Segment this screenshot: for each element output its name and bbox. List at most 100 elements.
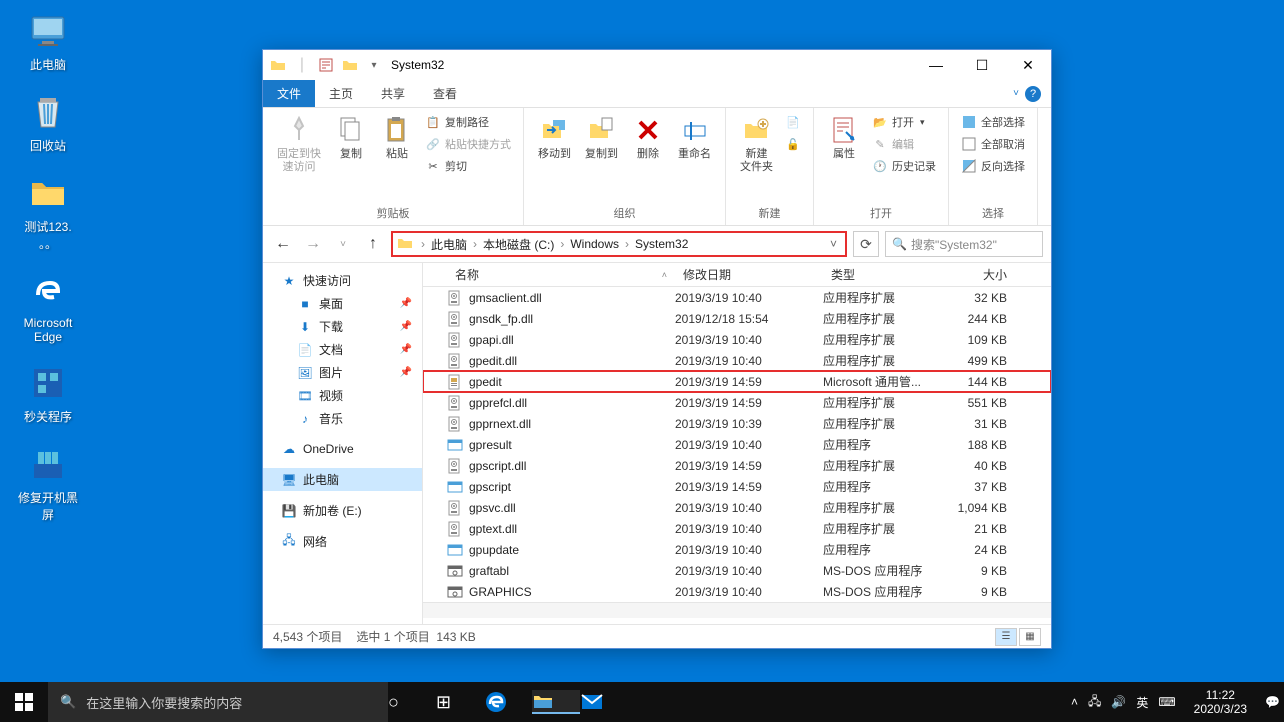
new-item-button[interactable]: 📄 (781, 112, 805, 132)
newfolder-icon (741, 114, 773, 146)
cortana-button[interactable]: ○ (388, 692, 436, 713)
tray-expand[interactable]: ˄ (1071, 695, 1078, 709)
sidebar-this-pc[interactable]: 🖥此电脑 (263, 468, 422, 491)
desktop-icon-recycle-bin[interactable]: 回收站 (10, 91, 86, 154)
copy-to-button[interactable]: 复制到 (579, 112, 624, 163)
file-row[interactable]: gptext.dll 2019/3/19 10:40 应用程序扩展 21 KB (423, 518, 1051, 539)
icons-view-button[interactable]: ▦ (1019, 628, 1041, 646)
tab-share[interactable]: 共享 (367, 80, 419, 107)
open-button[interactable]: 📂打开▾ (868, 112, 940, 132)
file-row[interactable]: gpprnext.dll 2019/3/19 10:39 应用程序扩展 31 K… (423, 413, 1051, 434)
file-row[interactable]: gpprefcl.dll 2019/3/19 14:59 应用程序扩展 551 … (423, 392, 1051, 413)
sidebar-volume-e[interactable]: 💾新加卷 (E:) (263, 499, 422, 522)
desktop-icon-folder[interactable]: 测试123. 。。 (10, 172, 86, 252)
select-all-button[interactable]: 全部选择 (957, 112, 1029, 132)
breadcrumb-dropdown[interactable]: ˅ (826, 237, 841, 251)
properties-icon[interactable] (317, 56, 335, 74)
tab-file[interactable]: 文件 (263, 80, 315, 107)
paste-button[interactable]: 粘贴 (375, 112, 419, 163)
chevron-down-icon[interactable]: ▾ (365, 56, 383, 74)
file-row[interactable]: gpedit 2019/3/19 14:59 Microsoft 通用管... … (423, 371, 1051, 392)
delete-button[interactable]: 删除 (626, 112, 670, 163)
back-button[interactable]: ← (271, 232, 295, 256)
file-row[interactable]: gpupdate 2019/3/19 10:40 应用程序 24 KB (423, 539, 1051, 560)
network-icon[interactable]: 🖧 (1088, 692, 1101, 713)
folder-icon[interactable] (341, 56, 359, 74)
col-size[interactable]: 大小 (943, 266, 1015, 283)
task-view-button[interactable]: ⊞ (436, 692, 484, 713)
taskbar-mail[interactable] (580, 690, 628, 714)
sidebar-quick-access[interactable]: ★快速访问 (263, 269, 422, 292)
desktop-icon-edge[interactable]: Microsoft Edge (10, 270, 86, 344)
file-row[interactable]: gnsdk_fp.dll 2019/12/18 15:54 应用程序扩展 244… (423, 308, 1051, 329)
horizontal-scrollbar[interactable] (423, 602, 1051, 618)
file-row[interactable]: gpscript 2019/3/19 14:59 应用程序 37 KB (423, 476, 1051, 497)
move-to-button[interactable]: 移动到 (532, 112, 577, 163)
up-button[interactable]: ↑ (361, 232, 385, 256)
start-button[interactable] (0, 682, 48, 722)
sidebar-item-pictures[interactable]: 🖼图片📌 (263, 361, 422, 384)
file-row[interactable]: gpscript.dll 2019/3/19 14:59 应用程序扩展 40 K… (423, 455, 1051, 476)
copy-path-button[interactable]: 📋复制路径 (421, 112, 515, 132)
desktop-icon-shutdown[interactable]: 秒关程序 (10, 362, 86, 425)
file-row[interactable]: graftabl 2019/3/19 10:40 MS-DOS 应用程序 9 K… (423, 560, 1051, 581)
cut-button[interactable]: ✂剪切 (421, 156, 515, 176)
sidebar-item-videos[interactable]: 🎞视频 (263, 384, 422, 407)
search-input[interactable]: 🔍 搜索"System32" (885, 231, 1043, 257)
history-button[interactable]: 🕐历史记录 (868, 156, 940, 176)
clock[interactable]: 11:22 2020/3/23 (1186, 688, 1255, 717)
taskbar-edge[interactable] (484, 690, 532, 714)
ime-indicator[interactable]: 英 (1136, 694, 1148, 711)
copy-button[interactable]: 复制 (329, 112, 373, 163)
desktop-icon-repair[interactable]: 修复开机黑 屏 (10, 443, 86, 523)
col-type[interactable]: 类型 (823, 266, 943, 283)
crumb-pc[interactable]: 此电脑 (427, 236, 471, 253)
sidebar-item-documents[interactable]: 📄文档📌 (263, 338, 422, 361)
details-view-button[interactable]: ☰ (995, 628, 1017, 646)
refresh-button[interactable]: ⟳ (853, 231, 879, 257)
keyboard-icon[interactable]: ⌨ (1158, 695, 1175, 709)
titlebar[interactable]: | ▾ System32 — ☐ ✕ (263, 50, 1051, 80)
tab-view[interactable]: 查看 (419, 80, 471, 107)
new-folder-button[interactable]: 新建 文件夹 (734, 112, 779, 176)
sidebar-network[interactable]: 🖧网络 (263, 530, 422, 553)
tab-home[interactable]: 主页 (315, 80, 367, 107)
crumb-c[interactable]: 本地磁盘 (C:) (479, 236, 558, 253)
sidebar-item-downloads[interactable]: ⬇下载📌 (263, 315, 422, 338)
file-name: gpscript (469, 480, 675, 494)
easy-access-button[interactable]: 🔓 (781, 134, 805, 154)
file-row[interactable]: gpsvc.dll 2019/3/19 10:40 应用程序扩展 1,094 K… (423, 497, 1051, 518)
taskbar-search[interactable]: 🔍 在这里输入你要搜索的内容 (48, 682, 388, 722)
desktop-icon-this-pc[interactable]: 此电脑 (10, 10, 86, 73)
select-none-button[interactable]: 全部取消 (957, 134, 1029, 154)
file-row[interactable]: gmsaclient.dll 2019/3/19 10:40 应用程序扩展 32… (423, 287, 1051, 308)
pin-icon: 📌 (400, 344, 412, 355)
sidebar-item-music[interactable]: ♪音乐 (263, 407, 422, 430)
file-size: 24 KB (943, 543, 1015, 557)
recent-button[interactable]: ˅ (331, 232, 355, 256)
volume-icon[interactable]: 🔊 (1111, 695, 1126, 709)
rename-button[interactable]: 重命名 (672, 112, 717, 163)
breadcrumb[interactable]: › 此电脑 › 本地磁盘 (C:) › Windows › System32 ˅ (391, 231, 847, 257)
file-row[interactable]: gpresult 2019/3/19 10:40 应用程序 188 KB (423, 434, 1051, 455)
maximize-button[interactable]: ☐ (959, 50, 1005, 80)
history-icon: 🕐 (872, 158, 888, 174)
taskbar-explorer[interactable] (532, 690, 580, 714)
minimize-button[interactable]: — (913, 50, 959, 80)
file-row[interactable]: gpapi.dll 2019/3/19 10:40 应用程序扩展 109 KB (423, 329, 1051, 350)
file-row[interactable]: GRAPHICS 2019/3/19 10:40 MS-DOS 应用程序 9 K… (423, 581, 1051, 602)
file-row[interactable]: gpedit.dll 2019/3/19 10:40 应用程序扩展 499 KB (423, 350, 1051, 371)
close-button[interactable]: ✕ (1005, 50, 1051, 80)
crumb-system32[interactable]: System32 (631, 237, 692, 251)
ribbon-help[interactable]: ˅? (1003, 80, 1051, 107)
invert-selection-button[interactable]: 反向选择 (957, 156, 1029, 176)
column-headers[interactable]: 名称˄ 修改日期 类型 大小 (423, 263, 1051, 287)
properties-button[interactable]: 属性 (822, 112, 866, 163)
star-icon: ★ (281, 273, 297, 289)
col-name[interactable]: 名称˄ (423, 266, 675, 283)
notifications-button[interactable]: 💬 (1265, 695, 1280, 709)
crumb-windows[interactable]: Windows (566, 237, 623, 251)
sidebar-onedrive[interactable]: ☁OneDrive (263, 438, 422, 460)
sidebar-item-desktop[interactable]: ■桌面📌 (263, 292, 422, 315)
col-modified[interactable]: 修改日期 (675, 266, 823, 283)
